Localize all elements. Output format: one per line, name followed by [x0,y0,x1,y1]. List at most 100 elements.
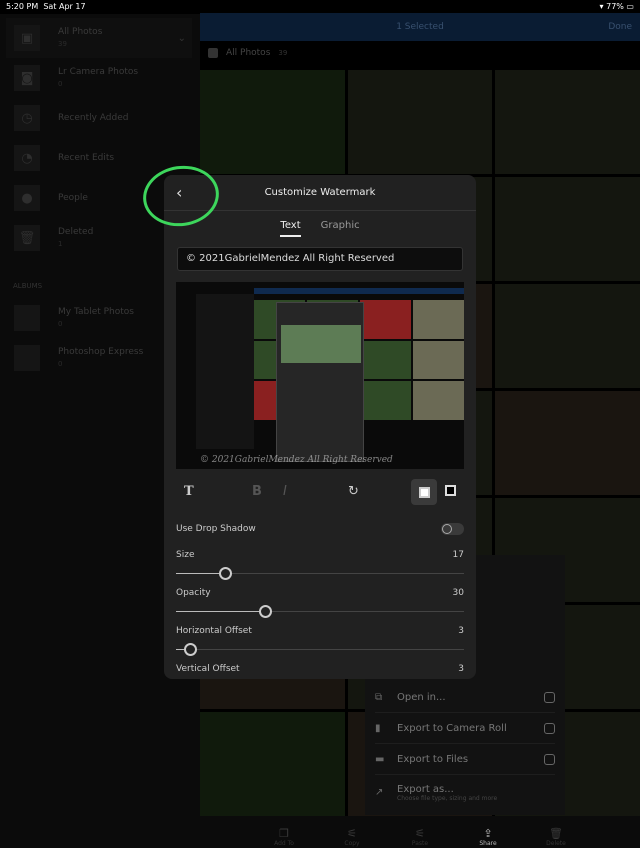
copy-settings-icon: ⚟ [347,827,357,840]
watermark-text-input[interactable]: © 2021GabrielMendez All Right Reserved [177,247,463,271]
selection-title: 1 Selected [396,22,444,32]
paste-button[interactable]: ⚟ Paste [400,827,440,847]
label: Lr Camera Photos [58,67,139,77]
settings-toggle-icon[interactable] [544,753,555,765]
drop-shadow-label: Use Drop Shadow [176,524,256,534]
grid-header: All Photos 39 [208,48,287,58]
albums-heading: ALBUMS [13,282,43,290]
delete-button[interactable]: 🗑 Delete [536,827,576,847]
album-thumb [14,345,40,371]
open-in-item[interactable]: ⧉ Open in... [375,682,555,713]
dialog-title: Customize Watermark [264,187,376,198]
slider-value: 30 [452,588,464,598]
add-to-button[interactable]: ❐ Add To [264,827,304,847]
rotate-icon[interactable]: ↻ [348,484,359,499]
slider-fill [176,573,225,574]
label: Paste [411,840,429,847]
white-swatch-icon [418,486,430,498]
label: All Photos [58,27,103,37]
count: 0 [58,320,63,328]
photo-icon: ▣ [14,25,40,51]
paste-settings-icon: ⚟ [415,827,425,840]
edit-clock-icon: ◔ [14,145,40,171]
chevron-down-icon[interactable]: ⌄ [178,33,186,44]
label: Copy [344,840,360,847]
drop-shadow-toggle[interactable] [441,523,464,535]
sidebar-item-recent-edits[interactable]: ◔ Recent Edits [6,138,192,178]
slider-label: Vertical Offset [176,664,240,674]
share-icon: ⇪ [483,827,493,840]
clock-icon: ◷ [14,105,40,131]
slider-row: Opacity 30 [176,588,464,598]
customize-watermark-dialog: ‹ Customize Watermark Text Graphic © 202… [164,175,476,679]
slider-knob[interactable] [218,567,232,580]
slider-value: 3 [458,626,464,636]
black-text-color-button[interactable] [445,485,456,496]
select-all-checkbox[interactable] [208,48,218,58]
open-in-icon: ⧉ [375,691,383,703]
back-chevron-icon[interactable]: ‹ [176,183,182,202]
photo-thumb[interactable] [495,70,640,174]
preview-dialog [276,302,364,462]
status-bar: 5:20 PM Sat Apr 17 ▾ 77% ▭ [6,2,634,11]
settings-toggle-icon[interactable] [544,722,555,734]
label: Photoshop Express [58,347,144,357]
slider-label: Size [176,550,195,560]
export-files-item[interactable]: ▬ Export to Files [375,744,555,775]
bold-button[interactable]: B [252,484,262,499]
count: 1 [58,240,63,248]
add-to-icon: ❐ [279,827,289,840]
label: My Tablet Photos [58,307,134,317]
tab-text[interactable]: Text [280,220,301,237]
time: 5:20 PM [6,2,39,11]
photo-thumb[interactable] [495,284,640,388]
settings-toggle-icon[interactable] [544,691,555,703]
copy-button[interactable]: ⚟ Copy [332,827,372,847]
sidebar-item-lr-camera[interactable]: ◙ Lr Camera Photos 0 [6,58,192,98]
watermark-preview: © 2021GabrielMendez All Right Reserved [176,282,464,469]
label: Export to Camera Roll [397,722,507,734]
label: Deleted [58,227,94,237]
sublabel: Choose file type, sizing and more [397,794,498,802]
slider-row: Size 17 [176,550,464,560]
text-style-toolbar: T B I ↻ [176,479,464,507]
battery: 77% [606,2,624,11]
photo-thumb[interactable] [495,177,640,281]
slider-row: Horizontal Offset 3 [176,626,464,636]
sidebar-item-all-photos[interactable]: ▣ All Photos 39 ⌄ [6,18,192,58]
dialog-header: ‹ Customize Watermark [164,175,476,211]
person-icon: ● [14,185,40,211]
photo-thumb[interactable] [495,391,640,495]
label: Delete [546,840,566,847]
grid-count: 39 [278,49,288,57]
camera-icon: ◙ [14,65,40,91]
count: 0 [58,80,63,88]
slider-track[interactable] [176,649,464,650]
grid-title: All Photos [226,48,271,58]
export-as-item[interactable]: ↗ Export as... Choose file type, sizing an… [375,777,555,808]
slider-knob[interactable] [259,605,273,618]
folder-icon: ▬ [375,753,385,765]
slider-horizontal-offset[interactable] [176,642,464,656]
preview-watermark-text[interactable]: © 2021GabrielMendez All Right Reserved [200,455,393,465]
slider-knob[interactable] [184,643,198,656]
photo-thumb[interactable] [200,70,345,174]
font-icon[interactable]: T [184,484,194,499]
share-button[interactable]: ⇪ Share [468,827,508,847]
label: Export to Files [397,753,469,765]
slider-value: 17 [452,550,464,560]
photo-thumb[interactable] [200,712,345,816]
slider-opacity[interactable] [176,604,464,618]
italic-button[interactable]: I [283,484,287,499]
done-button[interactable]: Done [608,22,632,32]
date: Sat Apr 17 [43,2,86,11]
tab-graphic[interactable]: Graphic [321,220,360,237]
white-text-color-button[interactable] [411,479,437,505]
photo-thumb[interactable] [347,70,493,174]
count: 39 [58,40,67,48]
export-camera-roll-item[interactable]: ▮ Export to Camera Roll [375,713,555,744]
label: Recently Added [58,113,129,123]
slider-size[interactable] [176,566,464,580]
export-icon: ↗ [375,787,384,798]
sidebar-item-recently-added[interactable]: ◷ Recently Added [6,98,192,138]
